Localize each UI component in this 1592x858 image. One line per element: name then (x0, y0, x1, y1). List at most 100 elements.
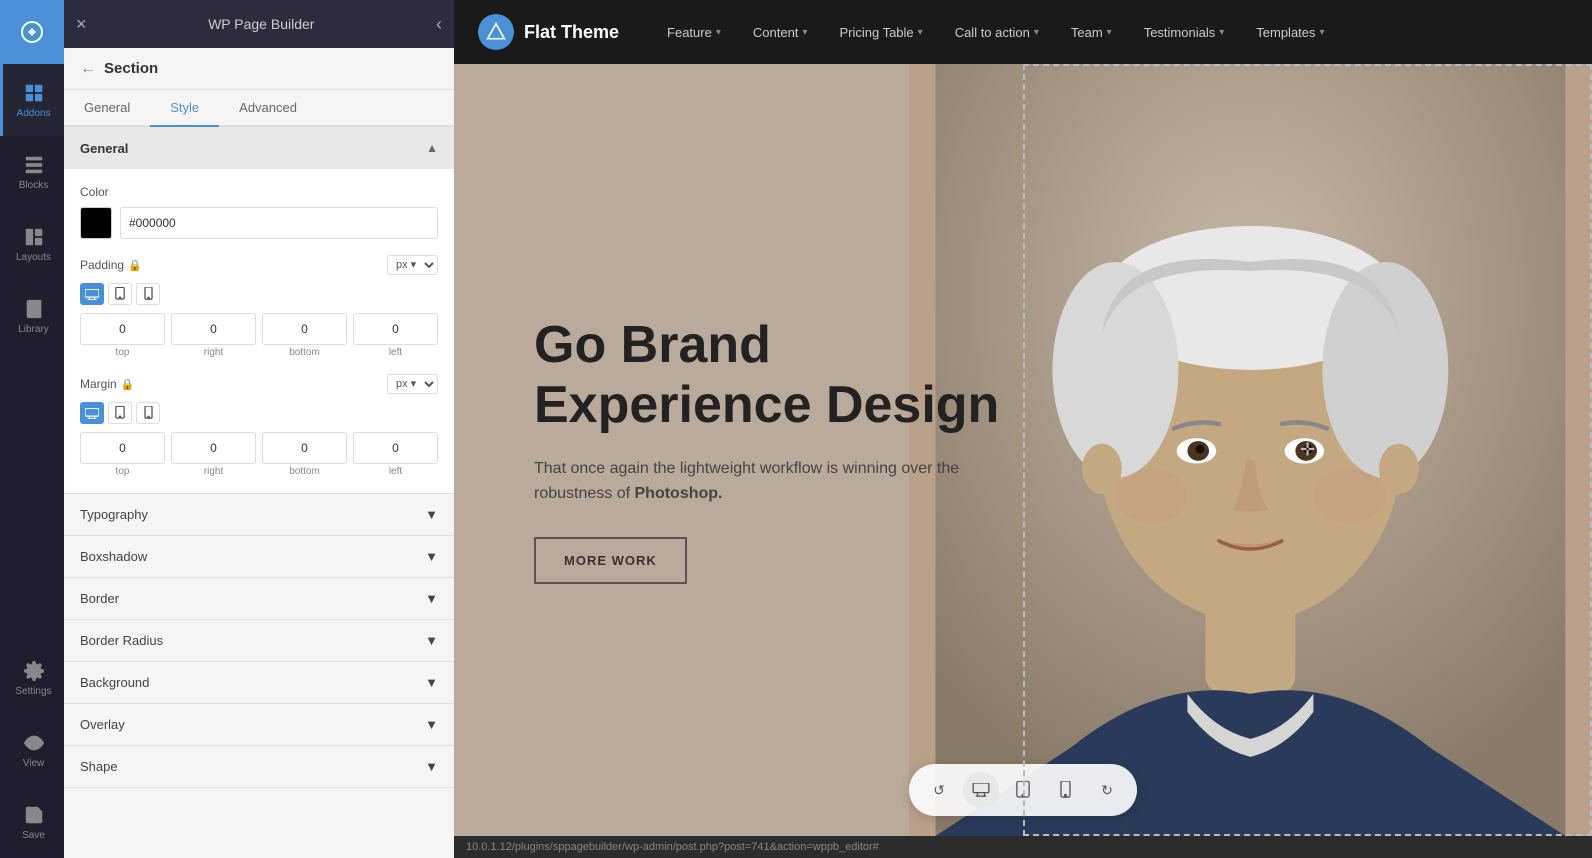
app-title: WP Page Builder (95, 16, 428, 32)
margin-left-wrap: left (353, 432, 438, 477)
tablet-view-button[interactable] (1005, 772, 1041, 808)
padding-mobile-btn[interactable] (136, 283, 160, 305)
icon-sidebar: Addons Blocks Layouts Library Settings V… (0, 0, 64, 858)
padding-top-wrap: top (80, 313, 165, 358)
nav-call-to-action[interactable]: Call to action ▾ (939, 0, 1055, 64)
margin-inputs: top right bottom left (80, 432, 438, 477)
collapse-button[interactable]: ‹ (436, 14, 442, 35)
sidebar-library-label: Library (18, 324, 49, 335)
accordion-shape-chevron: ▼ (425, 759, 438, 774)
margin-tablet-btn[interactable] (108, 402, 132, 424)
color-input[interactable] (120, 207, 438, 239)
sidebar-save-label: Save (22, 830, 45, 841)
padding-lock-icon[interactable]: 🔒 (128, 259, 142, 272)
sidebar-item-save[interactable]: Save (0, 786, 64, 858)
sidebar-item-library[interactable]: Library (0, 280, 64, 352)
padding-left-label: left (389, 347, 402, 358)
accordion-general-content: Color Padding 🔒 px ▾ (64, 169, 454, 493)
undo-button[interactable]: ↺ (921, 772, 957, 808)
hero-cta-button[interactable]: MORE WORK (534, 537, 687, 584)
sidebar-addons-label: Addons (17, 108, 51, 119)
padding-bottom-input[interactable] (262, 313, 347, 345)
nav-testimonials[interactable]: Testimonials ▾ (1128, 0, 1241, 64)
nav-pricing-table[interactable]: Pricing Table ▾ (823, 0, 938, 64)
margin-unit-select[interactable]: px ▾ % em (387, 374, 438, 394)
accordion-general-header[interactable]: General ▲ (64, 127, 454, 169)
padding-top-label: top (116, 347, 130, 358)
nav-content[interactable]: Content ▾ (737, 0, 824, 64)
accordion-shape-label: Shape (80, 759, 118, 774)
padding-left-input[interactable] (353, 313, 438, 345)
status-bar: 10.0.1.12/plugins/sppagebuilder/wp-admin… (454, 836, 1592, 858)
nav-feature[interactable]: Feature ▾ (651, 0, 737, 64)
padding-right-input[interactable] (171, 313, 256, 345)
app-logo[interactable] (0, 0, 64, 64)
margin-section: Margin 🔒 px ▾ % em (80, 374, 438, 477)
mobile-view-button[interactable] (1047, 772, 1083, 808)
accordion-overlay-label: Overlay (80, 717, 125, 732)
section-title-bar: ← Section (64, 48, 454, 90)
margin-mobile-btn[interactable] (136, 402, 160, 424)
accordion-typography-label: Typography (80, 507, 148, 522)
accordion-boxshadow[interactable]: Boxshadow ▼ (64, 536, 454, 578)
nav-team-chevron: ▾ (1107, 27, 1112, 38)
nav-content-chevron: ▾ (802, 27, 807, 38)
back-button[interactable]: ← (80, 60, 96, 78)
sidebar-item-blocks[interactable]: Blocks (0, 136, 64, 208)
accordion-typography-chevron: ▼ (425, 507, 438, 522)
margin-top-wrap: top (80, 432, 165, 477)
accordion-overlay[interactable]: Overlay ▼ (64, 704, 454, 746)
margin-right-input[interactable] (171, 432, 256, 464)
accordion-border[interactable]: Border ▼ (64, 578, 454, 620)
color-row (80, 207, 438, 239)
sidebar-layouts-label: Layouts (16, 252, 51, 263)
margin-label: Margin 🔒 (80, 377, 134, 391)
color-swatch[interactable] (80, 207, 112, 239)
padding-desktop-btn[interactable] (80, 283, 104, 305)
nav-logo-icon (478, 14, 514, 50)
nav-items: Feature ▾ Content ▾ Pricing Table ▾ Call… (651, 0, 1568, 64)
accordion-border-radius[interactable]: Border Radius ▼ (64, 620, 454, 662)
nav-cta-chevron: ▾ (1034, 27, 1039, 38)
panel-section-title: Section (104, 60, 158, 77)
redo-button[interactable]: ↻ (1089, 772, 1125, 808)
tab-style[interactable]: Style (150, 90, 219, 127)
margin-bottom-wrap: bottom (262, 432, 347, 477)
sidebar-view-label: View (23, 758, 45, 769)
desktop-view-button[interactable] (963, 772, 999, 808)
sidebar-item-addons[interactable]: Addons (0, 64, 64, 136)
padding-tablet-btn[interactable] (108, 283, 132, 305)
status-url: 10.0.1.12/plugins/sppagebuilder/wp-admin… (466, 841, 879, 853)
margin-bottom-input[interactable] (262, 432, 347, 464)
sidebar-item-view[interactable]: View (0, 714, 64, 786)
hero-heading: Go Brand Experience Design (534, 316, 999, 436)
nav-templates[interactable]: Templates ▾ (1240, 0, 1340, 64)
margin-left-label: left (389, 466, 402, 477)
tab-advanced[interactable]: Advanced (219, 90, 317, 127)
bottom-toolbar: ↺ ↻ (909, 764, 1137, 816)
tab-general[interactable]: General (64, 90, 150, 127)
margin-desktop-btn[interactable] (80, 402, 104, 424)
padding-bottom-label: bottom (289, 347, 320, 358)
color-label: Color (80, 185, 438, 199)
accordion-typography[interactable]: Typography ▼ (64, 494, 454, 536)
sidebar-item-settings[interactable]: Settings (0, 642, 64, 714)
padding-inputs: top right bottom left (80, 313, 438, 358)
nav-team[interactable]: Team ▾ (1055, 0, 1128, 64)
accordion-general-chevron: ▲ (426, 141, 438, 155)
nav-templates-chevron: ▾ (1320, 27, 1325, 38)
padding-unit-select[interactable]: px ▾ % em (387, 255, 438, 275)
close-button[interactable]: × (76, 14, 87, 35)
margin-bottom-label: bottom (289, 466, 320, 477)
accordion-shape[interactable]: Shape ▼ (64, 746, 454, 788)
accordion-general-title: General (80, 141, 128, 156)
accordion-background[interactable]: Background ▼ (64, 662, 454, 704)
margin-lock-icon[interactable]: 🔒 (121, 378, 135, 391)
padding-right-label: right (204, 347, 223, 358)
padding-top-input[interactable] (80, 313, 165, 345)
hero-subtext: That once again the lightweight workflow… (534, 456, 974, 507)
margin-left-input[interactable] (353, 432, 438, 464)
padding-label-row: Padding 🔒 px ▾ % em (80, 255, 438, 275)
margin-top-input[interactable] (80, 432, 165, 464)
sidebar-item-layouts[interactable]: Layouts (0, 208, 64, 280)
